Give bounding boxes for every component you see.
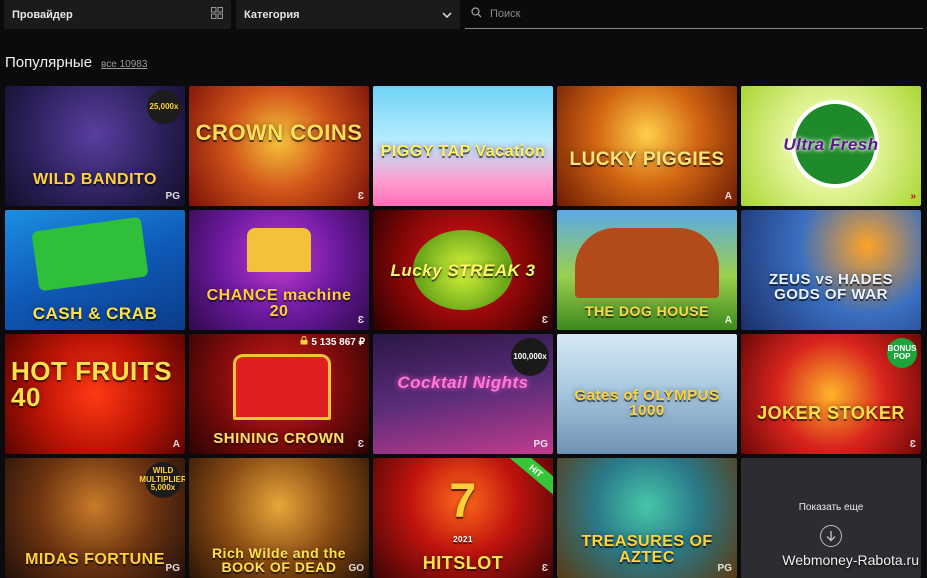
game-tile[interactable]: Lucky STREAK 3 Ɛ <box>373 210 553 330</box>
lock-icon <box>300 336 308 348</box>
search-field[interactable] <box>465 0 923 29</box>
game-tile[interactable]: PIGGY TAP Vacation <box>373 86 553 206</box>
game-tile[interactable]: Ultra Fresh » <box>741 86 921 206</box>
all-games-link[interactable]: все 10983 <box>101 59 147 70</box>
provider-logo: Ɛ <box>357 439 364 450</box>
category-label: Категория <box>244 8 300 21</box>
game-title: CASH & CRAB <box>32 304 158 323</box>
games-grid: 25,000x WILD BANDITO PG CROWN COINS Ɛ PI… <box>5 86 921 578</box>
section-header: Популярные все 10983 <box>5 54 147 71</box>
jackpot-display: 5 135 867 ₽ <box>300 336 365 348</box>
provider-logo: Ɛ <box>909 439 916 450</box>
game-tile[interactable]: WILD MULTIPLIER 5,000x MIDAS FORTUNE PG <box>5 458 185 578</box>
search-icon <box>471 5 482 23</box>
game-title: CHANCE machine 20 <box>206 287 352 320</box>
game-title: Cocktail Nights <box>397 373 529 392</box>
provider-select[interactable]: Провайдер <box>4 0 231 29</box>
game-title: Ultra Fresh <box>783 135 879 154</box>
cash-icon <box>31 216 149 292</box>
provider-logo: PG <box>165 563 180 574</box>
game-tile[interactable]: ZEUS vs HADES GODS OF WAR <box>741 210 921 330</box>
game-title: TREASURES OF AZTEC <box>581 533 713 566</box>
game-title: WILD BANDITO <box>33 171 157 188</box>
game-tile[interactable]: CROWN COINS Ɛ <box>189 86 369 206</box>
bonus-badge: BONUS POP <box>887 338 917 368</box>
search-input[interactable] <box>488 7 892 21</box>
show-more-label: Показать еще <box>798 501 864 513</box>
game-tile[interactable]: 25,000x WILD BANDITO PG <box>5 86 185 206</box>
game-title: SHINING CROWN <box>213 430 345 447</box>
game-title: THE DOG HOUSE <box>585 303 709 319</box>
provider-logo: Ɛ <box>357 315 364 326</box>
game-tile[interactable]: TREASURES OF AZTEC PG <box>557 458 737 578</box>
watermark: Webmoney-Rabota.ru <box>782 552 919 568</box>
game-title: Gates of OLYMPUS 1000 <box>574 387 720 419</box>
game-tile[interactable]: 100,000x Cocktail Nights PG <box>373 334 553 454</box>
chevron-down-icon <box>442 9 452 21</box>
game-title: CROWN COINS <box>195 120 363 145</box>
game-tile[interactable]: Rich Wilde and the BOOK OF DEAD GO <box>189 458 369 578</box>
game-tile[interactable]: CHANCE machine 20 Ɛ <box>189 210 369 330</box>
game-tile[interactable]: LUCKY PIGGIES A <box>557 86 737 206</box>
provider-logo: PG <box>717 563 732 574</box>
crown-icon <box>247 228 311 272</box>
game-tile[interactable]: Gates of OLYMPUS 1000 <box>557 334 737 454</box>
category-select[interactable]: Категория <box>236 0 460 29</box>
game-title: ZEUS vs HADES GODS OF WAR <box>768 271 894 303</box>
game-title: HITSLOT <box>422 553 504 573</box>
section-title: Популярные <box>5 54 93 71</box>
game-tile[interactable]: HIT 7 2021 HITSLOT Ɛ <box>373 458 553 578</box>
provider-logo: Ɛ <box>357 191 364 202</box>
game-tile[interactable]: BONUS POP JOKER STOKER Ɛ <box>741 334 921 454</box>
provider-logo: Ɛ <box>541 315 548 326</box>
provider-logo: GO <box>348 563 364 574</box>
grid-icon <box>211 7 223 22</box>
game-tile[interactable]: THE DOG HOUSE A <box>557 210 737 330</box>
game-tile[interactable]: HOT FRUITS 40 A <box>5 334 185 454</box>
game-year: 2021 <box>453 535 473 544</box>
provider-logo: PG <box>533 439 548 450</box>
game-title: MIDAS FORTUNE <box>25 551 165 568</box>
arrow-down-circle-icon <box>820 524 842 547</box>
multiplier-badge: 25,000x <box>147 90 181 124</box>
provider-logo: » <box>910 191 916 202</box>
provider-logo: PG <box>165 191 180 202</box>
multiplier-badge: WILD MULTIPLIER 5,000x <box>139 462 185 498</box>
provider-logo: A <box>172 439 180 450</box>
game-title: LUCKY PIGGIES <box>569 149 725 170</box>
game-tile[interactable]: 5 135 867 ₽ SHINING CROWN Ɛ <box>189 334 369 454</box>
multiplier-badge: 100,000x <box>511 338 549 376</box>
game-tile[interactable]: CASH & CRAB <box>5 210 185 330</box>
provider-logo: A <box>724 315 732 326</box>
game-title: Lucky STREAK 3 <box>390 261 536 280</box>
game-title: HOT FRUITS 40 <box>11 356 172 412</box>
game-title: Rich Wilde and the BOOK OF DEAD <box>211 545 347 575</box>
jackpot-amount: 5 135 867 ₽ <box>311 336 365 348</box>
doghouse-icon <box>575 228 719 298</box>
provider-label: Провайдер <box>12 8 73 21</box>
provider-logo: Ɛ <box>541 563 548 574</box>
game-title: PIGGY TAP Vacation <box>380 143 546 160</box>
game-title: JOKER STOKER <box>757 403 905 423</box>
provider-logo: A <box>724 191 732 202</box>
filter-bar: Провайдер Категория <box>0 0 927 32</box>
seven-icon: 7 <box>449 475 477 528</box>
crown-icon <box>233 354 331 420</box>
